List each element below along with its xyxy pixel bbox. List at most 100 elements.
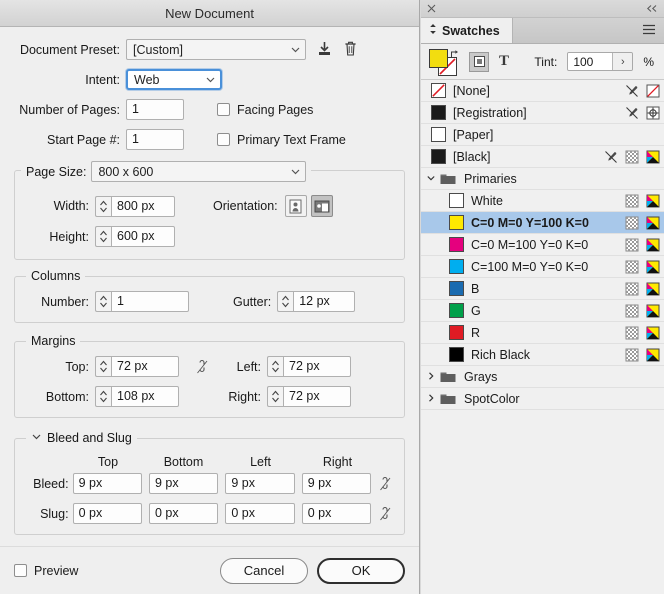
slug-top-input[interactable]: 0 px — [72, 503, 142, 524]
gutter-spinner-arrows[interactable] — [277, 291, 294, 312]
cmyk-icon — [646, 326, 660, 340]
broken-chain-icon[interactable] — [378, 476, 392, 492]
swatch-row[interactable]: [Black] — [421, 146, 664, 168]
margin-left-stepper[interactable]: 72 px — [267, 356, 351, 377]
swatch-color-chip[interactable] — [449, 281, 464, 296]
swatch-row[interactable]: R — [421, 322, 664, 344]
landscape-icon[interactable] — [310, 195, 333, 217]
swatch-color-chip[interactable] — [431, 83, 446, 98]
margin-bottom-spinner-arrows[interactable] — [95, 386, 111, 407]
facing-pages-checkbox-row[interactable]: Facing Pages — [217, 103, 313, 117]
swatch-color-chip[interactable] — [449, 325, 464, 340]
primary-text-frame-checkbox[interactable] — [217, 133, 230, 146]
width-stepper[interactable]: 800 px — [95, 195, 175, 217]
height-spinner-arrows[interactable] — [95, 226, 111, 247]
swatch-row[interactable]: C=0 M=0 Y=100 K=0 — [421, 212, 664, 234]
panel-menu-button[interactable] — [642, 18, 664, 43]
ok-button[interactable]: OK — [317, 557, 405, 584]
swatch-color-chip[interactable] — [449, 347, 464, 362]
tint-dropdown-icon[interactable]: › — [612, 53, 633, 70]
margin-top-stepper[interactable]: 72 px — [95, 356, 179, 377]
margin-bottom-input[interactable]: 108 px — [111, 386, 179, 407]
swatch-group-label: Primaries — [464, 171, 517, 186]
swatch-color-chip[interactable] — [431, 149, 446, 164]
formatting-affects-container-icon[interactable] — [469, 51, 489, 72]
chevron-right-icon[interactable] — [426, 370, 436, 384]
swatch-color-chip[interactable] — [449, 259, 464, 274]
collapse-double-chevron-icon[interactable] — [646, 2, 658, 16]
tint-input[interactable]: 100 — [568, 53, 613, 70]
gutter-stepper[interactable]: 12 px — [277, 291, 356, 312]
document-preset-dropdown[interactable]: [Custom] — [126, 39, 306, 60]
swatch-row[interactable]: [None] — [421, 80, 664, 102]
swatch-row[interactable]: G — [421, 300, 664, 322]
margin-top-input[interactable]: 72 px — [111, 356, 179, 377]
swatch-group-row[interactable]: SpotColor — [421, 388, 664, 410]
chevron-down-icon[interactable] — [31, 431, 42, 445]
gutter-input[interactable]: 12 px — [293, 291, 356, 312]
swatch-color-chip[interactable] — [449, 237, 464, 252]
margin-top-spinner-arrows[interactable] — [95, 356, 111, 377]
margin-bottom-stepper[interactable]: 108 px — [95, 386, 179, 407]
width-spinner-arrows[interactable] — [95, 195, 111, 217]
swatch-color-chip[interactable] — [431, 105, 446, 120]
number-of-pages-input[interactable]: 1 — [126, 99, 184, 120]
columns-number-spinner-arrows[interactable] — [95, 291, 111, 312]
width-input[interactable]: 800 px — [111, 195, 175, 217]
bleed-bottom-input[interactable]: 9 px — [148, 473, 219, 494]
broken-chain-icon[interactable] — [378, 506, 392, 522]
portrait-icon[interactable] — [284, 195, 307, 217]
margin-right-stepper[interactable]: 72 px — [267, 386, 351, 407]
save-preset-icon[interactable] — [316, 40, 333, 60]
swatch-row[interactable]: [Registration] — [421, 102, 664, 124]
slug-right-input[interactable]: 0 px — [301, 503, 372, 524]
trash-icon[interactable] — [342, 40, 359, 60]
swatch-color-chip[interactable] — [449, 193, 464, 208]
swatch-color-chip[interactable] — [449, 303, 464, 318]
columns-number-stepper[interactable]: 1 — [95, 291, 189, 312]
tab-swatches[interactable]: Swatches — [421, 18, 513, 43]
margin-right-spinner-arrows[interactable] — [267, 386, 283, 407]
bleed-top-input[interactable]: 9 px — [72, 473, 142, 494]
height-input[interactable]: 600 px — [111, 226, 175, 247]
close-icon[interactable] — [427, 2, 436, 16]
swatch-group-row[interactable]: Grays — [421, 366, 664, 388]
margin-left-input[interactable]: 72 px — [283, 356, 351, 377]
primary-text-frame-checkbox-row[interactable]: Primary Text Frame — [217, 133, 346, 147]
facing-pages-checkbox[interactable] — [217, 103, 230, 116]
broken-chain-icon[interactable] — [195, 359, 209, 375]
swatch-color-chip[interactable] — [431, 127, 446, 142]
bleed-right-input[interactable]: 9 px — [301, 473, 372, 494]
chevron-right-icon[interactable] — [426, 392, 436, 406]
fill-swatch-icon[interactable] — [429, 48, 448, 68]
swatch-row[interactable]: C=100 M=0 Y=0 K=0 — [421, 256, 664, 278]
bleed-left-input[interactable]: 9 px — [225, 473, 295, 494]
swatch-row[interactable]: B — [421, 278, 664, 300]
swatch-row[interactable]: [Paper] — [421, 124, 664, 146]
swatch-group-row[interactable]: Primaries — [421, 168, 664, 190]
swatch-color-chip[interactable] — [449, 215, 464, 230]
margin-right-input[interactable]: 72 px — [283, 386, 351, 407]
chevron-down-icon[interactable] — [426, 172, 436, 186]
swap-fill-stroke-icon[interactable] — [450, 48, 459, 62]
swatch-row[interactable]: Rich Black — [421, 344, 664, 366]
start-page-input[interactable]: 1 — [126, 129, 184, 150]
bleed-and-slug-title-row[interactable]: Bleed and Slug — [26, 431, 137, 445]
swatch-row[interactable]: C=0 M=100 Y=0 K=0 — [421, 234, 664, 256]
formatting-affects-text-icon[interactable]: T — [499, 53, 509, 70]
preview-checkbox-row[interactable]: Preview — [14, 564, 78, 578]
cancel-button[interactable]: Cancel — [220, 557, 308, 584]
swatch-row[interactable]: White — [421, 190, 664, 212]
preview-checkbox[interactable] — [14, 564, 27, 577]
intent-dropdown[interactable]: Web — [126, 69, 222, 90]
slug-bottom-input[interactable]: 0 px — [148, 503, 219, 524]
height-stepper[interactable]: 600 px — [95, 226, 175, 247]
margin-left-spinner-arrows[interactable] — [267, 356, 283, 377]
slug-left-input[interactable]: 0 px — [225, 503, 295, 524]
columns-number-input[interactable]: 1 — [111, 291, 189, 312]
page-size-dropdown[interactable]: 800 x 600 — [91, 161, 307, 182]
fill-stroke-proxy[interactable] — [429, 48, 459, 76]
checkerboard-icon — [625, 348, 639, 362]
tint-field[interactable]: 100 › — [567, 52, 634, 71]
swatch-list[interactable]: [None] [Registration] [Paper] [Black] Primar… — [421, 80, 664, 594]
